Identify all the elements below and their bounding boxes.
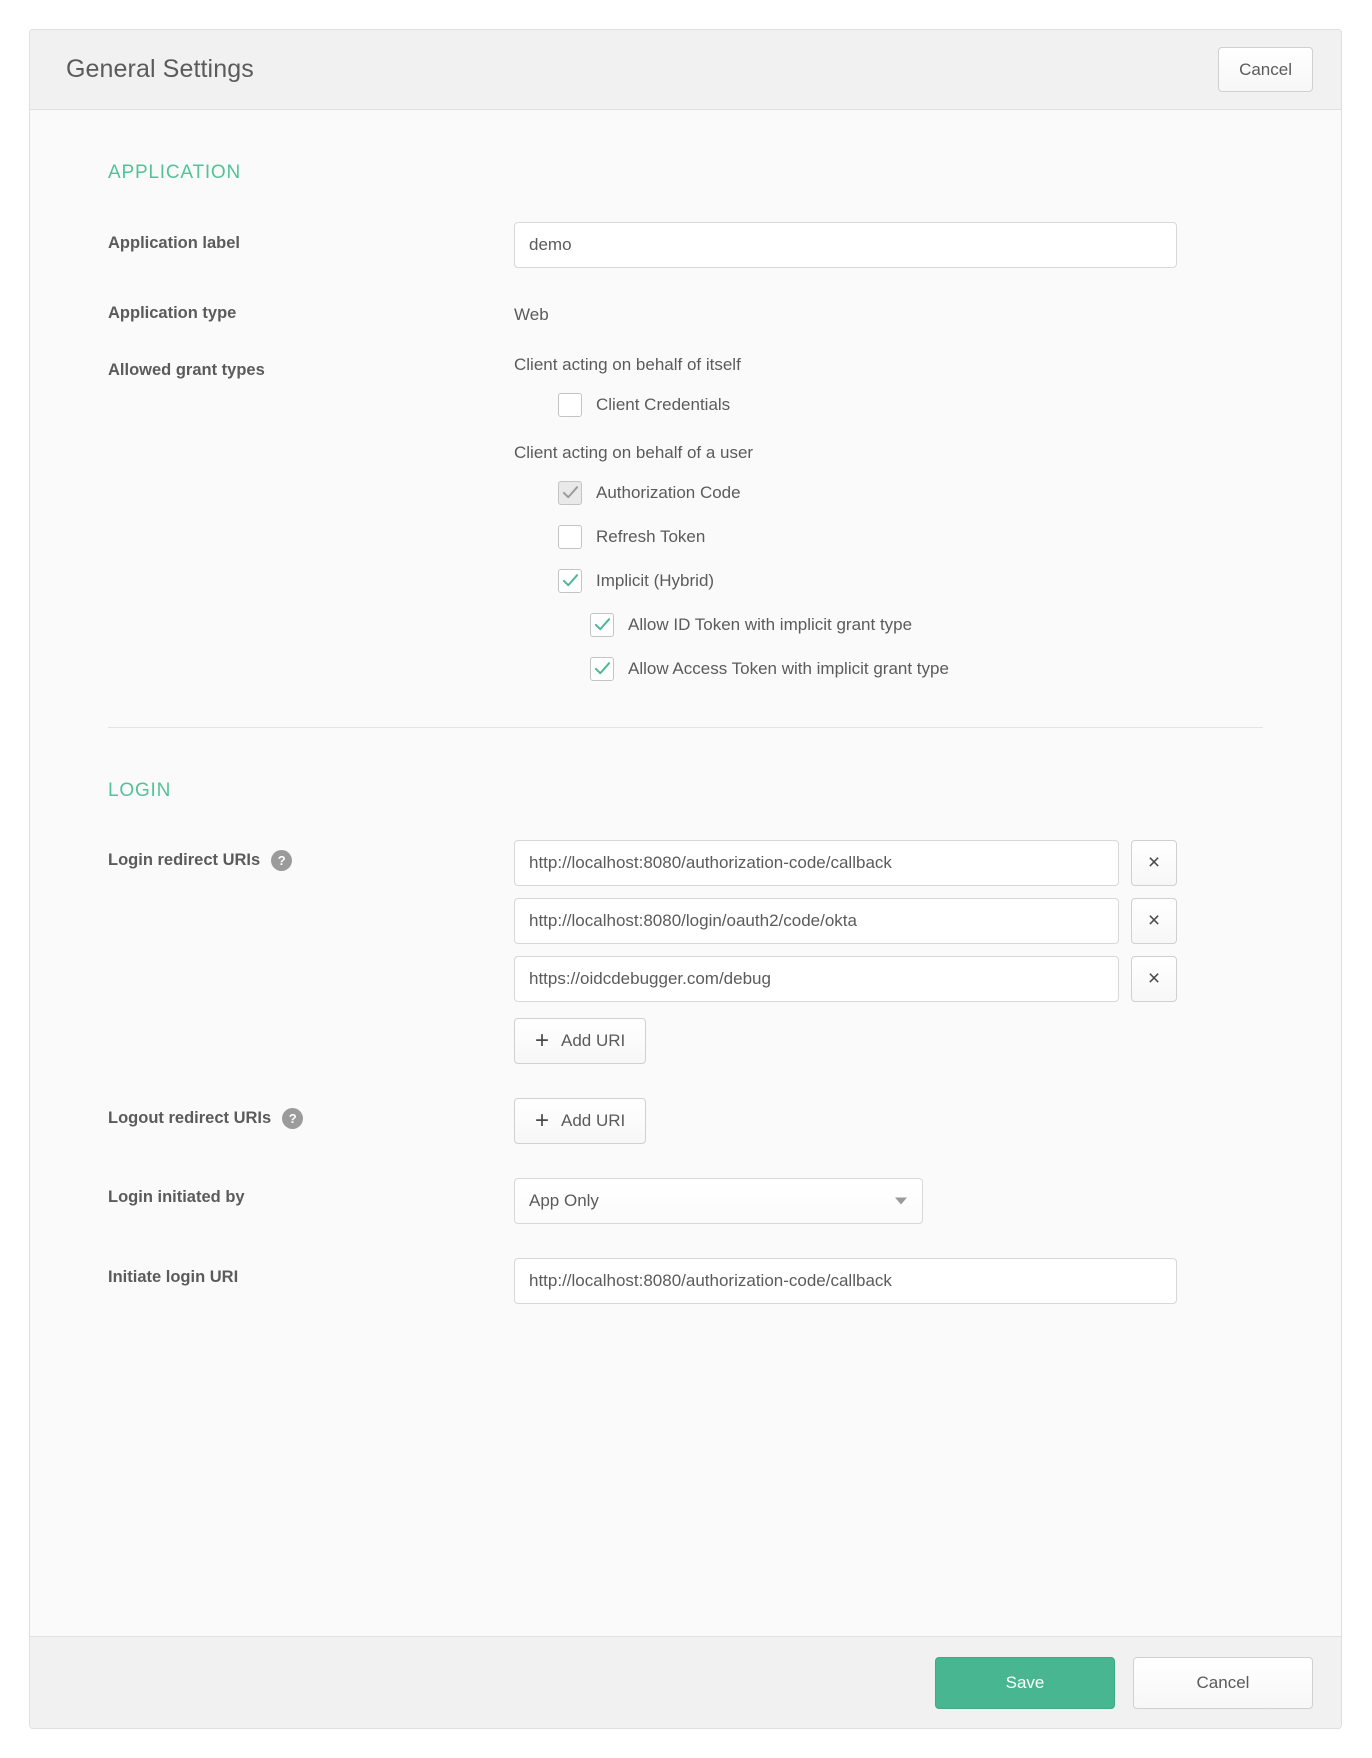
save-button[interactable]: Save bbox=[935, 1657, 1115, 1709]
check-icon bbox=[594, 660, 611, 677]
footer-cancel-button[interactable]: Cancel bbox=[1133, 1657, 1313, 1709]
checkbox-allow-id-token[interactable] bbox=[590, 613, 614, 637]
uri-row: × bbox=[514, 898, 1341, 944]
general-settings-panel: General Settings Cancel APPLICATION Appl… bbox=[29, 29, 1342, 1729]
uri-row: × bbox=[514, 956, 1341, 1002]
checkbox-refresh-token[interactable] bbox=[558, 525, 582, 549]
add-login-redirect-uri-label: Add URI bbox=[561, 1031, 625, 1051]
section-title-login: LOGIN bbox=[108, 780, 1341, 802]
checkbox-label-allow-access-token[interactable]: Allow Access Token with implicit grant t… bbox=[628, 659, 949, 679]
remove-uri-button-2[interactable]: × bbox=[1131, 898, 1177, 944]
help-icon[interactable]: ? bbox=[271, 850, 292, 871]
initiate-login-uri-input[interactable] bbox=[514, 1258, 1177, 1304]
checkbox-row-refresh-token[interactable]: Refresh Token bbox=[558, 525, 1341, 549]
checkbox-label-allow-id-token[interactable]: Allow ID Token with implicit grant type bbox=[628, 615, 912, 635]
remove-uri-button-1[interactable]: × bbox=[1131, 840, 1177, 886]
checkbox-label-refresh-token[interactable]: Refresh Token bbox=[596, 527, 705, 547]
checkbox-row-implicit-hybrid[interactable]: Implicit (Hybrid) bbox=[558, 569, 1341, 593]
label-login-redirect-uris: Login redirect URIs ? bbox=[108, 840, 514, 871]
plus-icon: + bbox=[535, 1031, 549, 1051]
panel-footer: Save Cancel bbox=[30, 1636, 1341, 1728]
grant-group-self-label: Client acting on behalf of itself bbox=[514, 355, 1341, 375]
check-icon bbox=[594, 616, 611, 633]
row-login-initiated-by: Login initiated by App Only bbox=[30, 1178, 1341, 1224]
login-initiated-by-select[interactable]: App Only bbox=[514, 1178, 923, 1224]
label-text-login-redirect-uris: Login redirect URIs bbox=[108, 851, 260, 870]
label-application-label: Application label bbox=[108, 222, 514, 253]
application-type-value: Web bbox=[514, 294, 1341, 325]
row-initiate-login-uri: Initiate login URI bbox=[30, 1258, 1341, 1304]
login-redirect-uris-field: × × × + Add URI bbox=[514, 840, 1341, 1064]
login-initiated-by-value[interactable]: App Only bbox=[514, 1178, 923, 1224]
section-title-application: APPLICATION bbox=[108, 162, 1341, 184]
checkbox-label-client-credentials[interactable]: Client Credentials bbox=[596, 395, 730, 415]
checkbox-label-implicit-hybrid[interactable]: Implicit (Hybrid) bbox=[596, 571, 714, 591]
login-redirect-uri-input-1[interactable] bbox=[514, 840, 1119, 886]
checkbox-row-allow-id-token[interactable]: Allow ID Token with implicit grant type bbox=[590, 613, 1341, 637]
row-login-redirect-uris: Login redirect URIs ? × × × + bbox=[30, 840, 1341, 1064]
checkbox-client-credentials[interactable] bbox=[558, 393, 582, 417]
grant-group-user-label: Client acting on behalf of a user bbox=[514, 443, 1341, 463]
label-allowed-grant-types: Allowed grant types bbox=[108, 351, 514, 380]
checkbox-implicit-hybrid[interactable] bbox=[558, 569, 582, 593]
checkbox-authorization-code bbox=[558, 481, 582, 505]
label-initiate-login-uri: Initiate login URI bbox=[108, 1258, 514, 1287]
header-cancel-button[interactable]: Cancel bbox=[1218, 47, 1313, 92]
add-logout-redirect-uri-button[interactable]: + Add URI bbox=[514, 1098, 646, 1144]
check-icon bbox=[562, 484, 579, 501]
add-logout-redirect-uri-label: Add URI bbox=[561, 1111, 625, 1131]
page-title: General Settings bbox=[66, 55, 254, 84]
row-application-type: Application type Web bbox=[30, 294, 1341, 325]
application-label-input[interactable] bbox=[514, 222, 1177, 268]
logout-redirect-uris-field: + Add URI bbox=[514, 1098, 1341, 1144]
remove-uri-button-3[interactable]: × bbox=[1131, 956, 1177, 1002]
checkbox-row-allow-access-token[interactable]: Allow Access Token with implicit grant t… bbox=[590, 657, 1341, 681]
label-login-initiated-by: Login initiated by bbox=[108, 1178, 514, 1207]
checkbox-row-client-credentials[interactable]: Client Credentials bbox=[558, 393, 1341, 417]
label-application-type: Application type bbox=[108, 294, 514, 323]
uri-row: × bbox=[514, 840, 1341, 886]
label-logout-redirect-uris: Logout redirect URIs ? bbox=[108, 1098, 514, 1129]
add-login-redirect-uri-button[interactable]: + Add URI bbox=[514, 1018, 646, 1064]
section-divider bbox=[108, 727, 1263, 728]
plus-icon: + bbox=[535, 1111, 549, 1131]
checkbox-label-authorization-code: Authorization Code bbox=[596, 483, 741, 503]
panel-header: General Settings Cancel bbox=[30, 30, 1341, 110]
label-text-logout-redirect-uris: Logout redirect URIs bbox=[108, 1109, 271, 1128]
grant-types-field: Client acting on behalf of itself Client… bbox=[514, 351, 1341, 681]
row-logout-redirect-uris: Logout redirect URIs ? + Add URI bbox=[30, 1098, 1341, 1144]
row-application-label: Application label bbox=[30, 222, 1341, 268]
login-redirect-uri-input-2[interactable] bbox=[514, 898, 1119, 944]
panel-body: APPLICATION Application label Applicatio… bbox=[30, 110, 1341, 1636]
checkbox-allow-access-token[interactable] bbox=[590, 657, 614, 681]
help-icon[interactable]: ? bbox=[282, 1108, 303, 1129]
checkbox-row-authorization-code: Authorization Code bbox=[558, 481, 1341, 505]
row-allowed-grant-types: Allowed grant types Client acting on beh… bbox=[30, 351, 1341, 681]
login-redirect-uri-input-3[interactable] bbox=[514, 956, 1119, 1002]
check-icon bbox=[562, 572, 579, 589]
